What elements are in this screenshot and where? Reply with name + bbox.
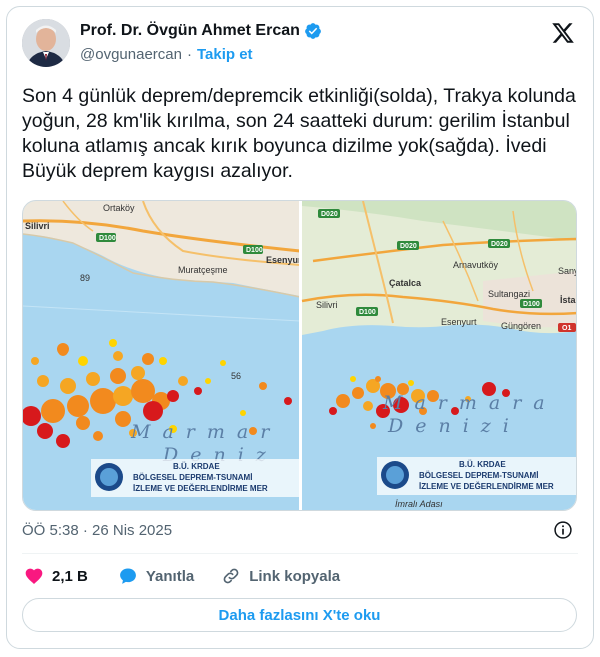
logo-text: B.Ü. KRDAE [459, 460, 506, 469]
copy-link-label: Link kopyala [249, 567, 341, 585]
road-label: D100 [246, 247, 263, 254]
place-label: İmralı Adası [395, 499, 443, 509]
place-label: Esenyurt [441, 317, 477, 327]
place-label: Güngören [501, 321, 541, 331]
like-button[interactable]: 2,1 B [24, 566, 88, 586]
separator: · [186, 46, 192, 63]
x-logo-icon[interactable] [551, 21, 575, 45]
road-label: D020 [400, 243, 417, 250]
tweet-text: Son 4 günlük deprem/depremcik etkinliği(… [22, 85, 576, 182]
copy-link-button[interactable]: Link kopyala [221, 566, 340, 586]
place-label: Silivri [25, 221, 50, 231]
place-label: Çatalca [389, 278, 422, 288]
road-label: D020 [491, 241, 508, 248]
place-label: Muratçeşme [178, 265, 228, 275]
verified-badge-icon [305, 23, 321, 39]
link-icon [223, 568, 239, 584]
tweet-timestamp[interactable]: ÖÖ 5:38 · 26 Nis 2025 [22, 522, 172, 539]
road-label: D020 [321, 211, 338, 218]
avatar-photo [22, 19, 70, 67]
logo-text: İZLEME VE DEĞERLENDİRME MER [133, 484, 268, 493]
read-more-button[interactable]: Daha fazlasını X'te oku [22, 598, 577, 632]
place-label: Arnavutköy [453, 260, 499, 270]
place-label: Ortaköy [103, 203, 135, 213]
reply-button[interactable]: Yanıtla [118, 566, 194, 586]
road-label: D100 [99, 235, 116, 242]
place-label: Silivri [316, 300, 338, 310]
author-name[interactable]: Prof. Dr. Övgün Ahmet Ercan [80, 22, 300, 40]
sea-label: Marmara [382, 392, 557, 414]
info-icon[interactable] [553, 520, 573, 540]
road-label: O1 [562, 325, 571, 332]
depth-label: 56 [231, 371, 241, 381]
earthquake-maps-image: D100 D100 Ortaköy Silivri Muratçeşme Ese… [23, 201, 577, 510]
place-label: Sanye [558, 266, 577, 276]
avatar[interactable] [22, 19, 70, 67]
like-count: 2,1 B [52, 567, 88, 585]
road-label: D100 [523, 301, 540, 308]
handle-row: @ovgunaercan · Takip et [80, 46, 253, 63]
place-label: Esenyurt [266, 255, 305, 265]
reply-bubble-icon [119, 568, 136, 584]
reply-label: Yanıtla [145, 567, 195, 585]
krdae-logo-right: B.Ü. KRDAE BÖLGESEL DEPREM-TSUNAMİ İZLEM… [377, 457, 576, 495]
heart-icon [25, 568, 43, 584]
logo-text: İZLEME VE DEĞERLENDİRME MER [419, 482, 554, 491]
sea-label: Marmar [130, 421, 281, 443]
right-map: D020 D020 D020 D100 D100 O1 Çatalca Arna… [301, 201, 577, 510]
action-bar: 2,1 B Yanıtla Link kopyala [22, 566, 340, 586]
left-map: D100 D100 Ortaköy Silivri Muratçeşme Ese… [23, 201, 305, 510]
logo-text: BÖLGESEL DEPREM-TSUNAMİ [419, 471, 538, 480]
road-label: D100 [359, 309, 376, 316]
follow-button[interactable]: Takip et [197, 46, 253, 63]
place-label: Sultangazi [488, 289, 530, 299]
krdae-logo-left: B.Ü. KRDAE BÖLGESEL DEPREM-TSUNAMİ İZLEM… [91, 459, 300, 497]
divider [22, 553, 578, 554]
author-name-row: Prof. Dr. Övgün Ahmet Ercan [80, 22, 322, 40]
map-divider [299, 201, 302, 510]
author-handle[interactable]: @ovgunaercan [80, 46, 182, 63]
logo-text: B.Ü. KRDAE [173, 462, 220, 471]
place-label: İstan [560, 295, 577, 305]
read-more-label: Daha fazlasını X'te oku [218, 606, 381, 624]
depth-label: 89 [80, 273, 90, 283]
tweet-media[interactable]: D100 D100 Ortaköy Silivri Muratçeşme Ese… [22, 200, 577, 511]
logo-text: BÖLGESEL DEPREM-TSUNAMİ [133, 473, 252, 482]
sea-label: Denizi [387, 415, 521, 437]
